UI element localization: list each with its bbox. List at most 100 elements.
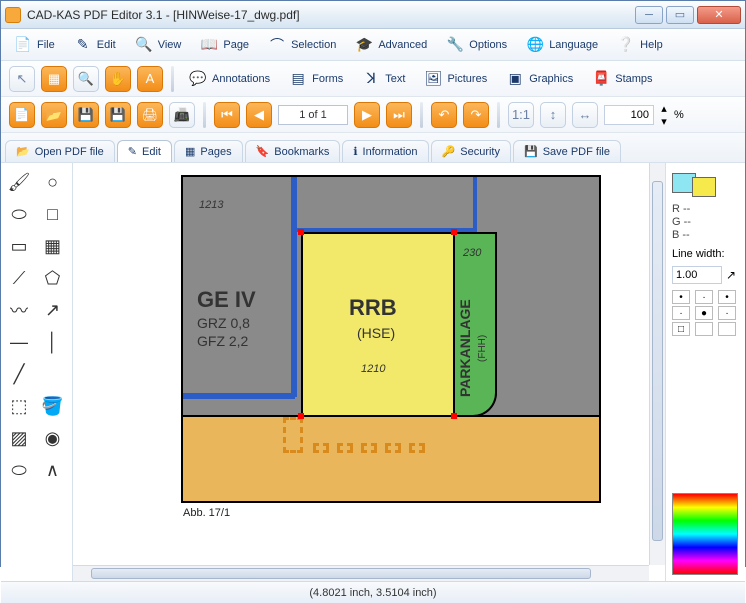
saveas-button[interactable]: 💾 [105,102,131,128]
status-bar: (4.8021 inch, 3.5104 inch) [1,581,745,603]
select-tool[interactable]: ▦ [41,66,67,92]
circle-tool[interactable]: ○ [39,169,67,195]
next-page-button[interactable]: ▶ [354,102,380,128]
menu-page[interactable]: 📖Page [195,33,253,57]
menu-view[interactable]: 🔍View [130,33,186,57]
park-plot: 230 [463,247,481,259]
scan-button[interactable]: 📠 [169,102,195,128]
line-width-input[interactable]: 1.00 [672,266,722,284]
square-tool[interactable]: □ [39,201,67,227]
edit-icon: ✎ [128,145,137,158]
tab-save[interactable]: 💾Save PDF file [513,140,621,162]
cursor-position: (4.8021 inch, 3.5104 inch) [309,587,436,599]
swatch-stroke[interactable] [692,177,716,197]
file-icon: 📄 [13,35,33,55]
menu-options[interactable]: 🔧Options [441,33,511,57]
menu-advanced[interactable]: 🎓Advanced [350,33,431,57]
annotations-button[interactable]: 💬Annotations [182,66,276,92]
minimize-button[interactable]: ─ [635,6,663,24]
save-icon: 💾 [524,145,538,158]
toolbar-file-nav: 📄 📂 💾 💾 🖨 📠 ⏮ ◀ 1 of 1 ▶ ⏭ ↶ ↷ 1:1 ↕ ↔ 1… [1,97,745,133]
prev-page-button[interactable]: ◀ [246,102,272,128]
save-button[interactable]: 💾 [73,102,99,128]
scrollbar-horizontal[interactable] [73,565,649,581]
redo-button[interactable]: ↷ [463,102,489,128]
edit-shape-tool[interactable]: ▨ [5,425,33,451]
polygon-tool[interactable]: ⬠ [39,265,67,291]
pages-icon: ▦ [185,145,195,158]
rrb-plot: 1210 [361,363,385,375]
park-label: PARKANLAGE [457,299,473,397]
tab-edit[interactable]: ✎Edit [117,140,172,162]
last-page-button[interactable]: ⏭ [386,102,412,128]
stamps-button[interactable]: 📮Stamps [585,66,658,92]
line-tool[interactable]: ╱ [5,361,33,387]
zoom-input[interactable]: 100 [604,105,654,125]
open-button[interactable]: 📂 [41,102,67,128]
tab-security[interactable]: 🔑Security [431,140,511,162]
app-icon [5,7,21,23]
graphics-button[interactable]: ▣Graphics [499,66,579,92]
ellipse-tool[interactable]: ⬭ [5,201,33,227]
window-title: CAD-KAS PDF Editor 3.1 - [HINWeise-17_dw… [27,8,635,22]
brush-tool[interactable]: 🖌 [5,169,33,195]
zoom-tool[interactable]: 🔍 [73,66,99,92]
print-button[interactable]: 🖨 [137,102,163,128]
ge-gfz: GFZ 2,2 [197,333,248,349]
grid-tool[interactable]: ▦ [39,233,67,259]
title-bar: CAD-KAS PDF Editor 3.1 - [HINWeise-17_dw… [1,1,745,29]
fit-width-button[interactable]: ↔ [572,102,598,128]
bucket-tool[interactable]: 🪣 [39,393,67,419]
page-indicator[interactable]: 1 of 1 [278,105,348,125]
menu-bar: 📄File ✎Edit 🔍View 📖Page ⌒Selection 🎓Adva… [1,29,745,61]
page-icon: 📖 [199,35,219,55]
undo-button[interactable]: ↶ [431,102,457,128]
text-tool[interactable]: A [137,66,163,92]
selection-icon: ⌒ [267,35,287,55]
menu-language[interactable]: 🌐Language [521,33,602,57]
menu-edit[interactable]: ✎Edit [69,33,120,57]
color-picker[interactable] [672,493,738,575]
workspace: 🖌 ○ ⬭ □ ▭ ▦ ⟋ ⬠ 〰 ↗ — │ ╱ ⬚ 🪣 ▨ ◉ ⬭ ∧ 12… [1,163,745,581]
vline-tool[interactable]: │ [39,329,67,355]
new-button[interactable]: 📄 [9,102,35,128]
pictures-button[interactable]: 🖼Pictures [417,66,493,92]
open-icon: 📂 [16,145,30,158]
line-width-stepper[interactable]: ↗ [726,268,736,282]
tool-palette: 🖌 ○ ⬭ □ ▭ ▦ ⟋ ⬠ 〰 ↗ — │ ╱ ⬚ 🪣 ▨ ◉ ⬭ ∧ [1,163,73,581]
tab-bookmarks[interactable]: 🔖Bookmarks [245,140,341,162]
scrollbar-vertical[interactable] [649,163,665,565]
plot-1213: 1213 [199,199,223,211]
marquee-tool[interactable]: ⬚ [5,393,33,419]
hline-tool[interactable]: — [5,329,33,355]
rrb-title: RRB [349,295,397,321]
text-button[interactable]: ꓘText [355,66,411,92]
lasso-tool[interactable]: ◉ [39,425,67,451]
first-page-button[interactable]: ⏮ [214,102,240,128]
blank [39,361,67,387]
close-button[interactable]: ✕ [697,6,741,24]
curve-tool[interactable]: 〰 [5,297,33,323]
rect-tool[interactable]: ▭ [5,233,33,259]
tab-open[interactable]: 📂Open PDF file [5,140,115,162]
help-icon: ❔ [616,35,636,55]
caret-tool[interactable]: ∧ [39,457,67,483]
ge-grz: GRZ 0,8 [197,315,250,331]
polyline-tool[interactable]: ⟋ [5,265,33,291]
menu-selection[interactable]: ⌒Selection [263,33,340,57]
maximize-button[interactable]: ▭ [666,6,694,24]
ellipse2-tool[interactable]: ⬭ [5,457,33,483]
arrow-tool[interactable]: ↗ [39,297,67,323]
fit-11-button[interactable]: 1:1 [508,102,534,128]
tab-pages[interactable]: ▦Pages [174,140,243,162]
hand-tool[interactable]: ✋ [105,66,131,92]
canvas[interactable]: 1213 GE IV GRZ 0,8 GFZ 2,2 RRB (HSE) 121… [73,163,665,581]
tab-information[interactable]: ℹInformation [342,140,428,162]
forms-button[interactable]: ▤Forms [282,66,349,92]
fit-height-button[interactable]: ↕ [540,102,566,128]
zoom-spinner[interactable]: ▴▾ [658,102,670,128]
menu-file[interactable]: 📄File [9,33,59,57]
anchor-grid[interactable]: •·• ·●· □ [672,290,739,336]
menu-help[interactable]: ❔Help [612,33,667,57]
pointer-tool[interactable]: ↖ [9,66,35,92]
